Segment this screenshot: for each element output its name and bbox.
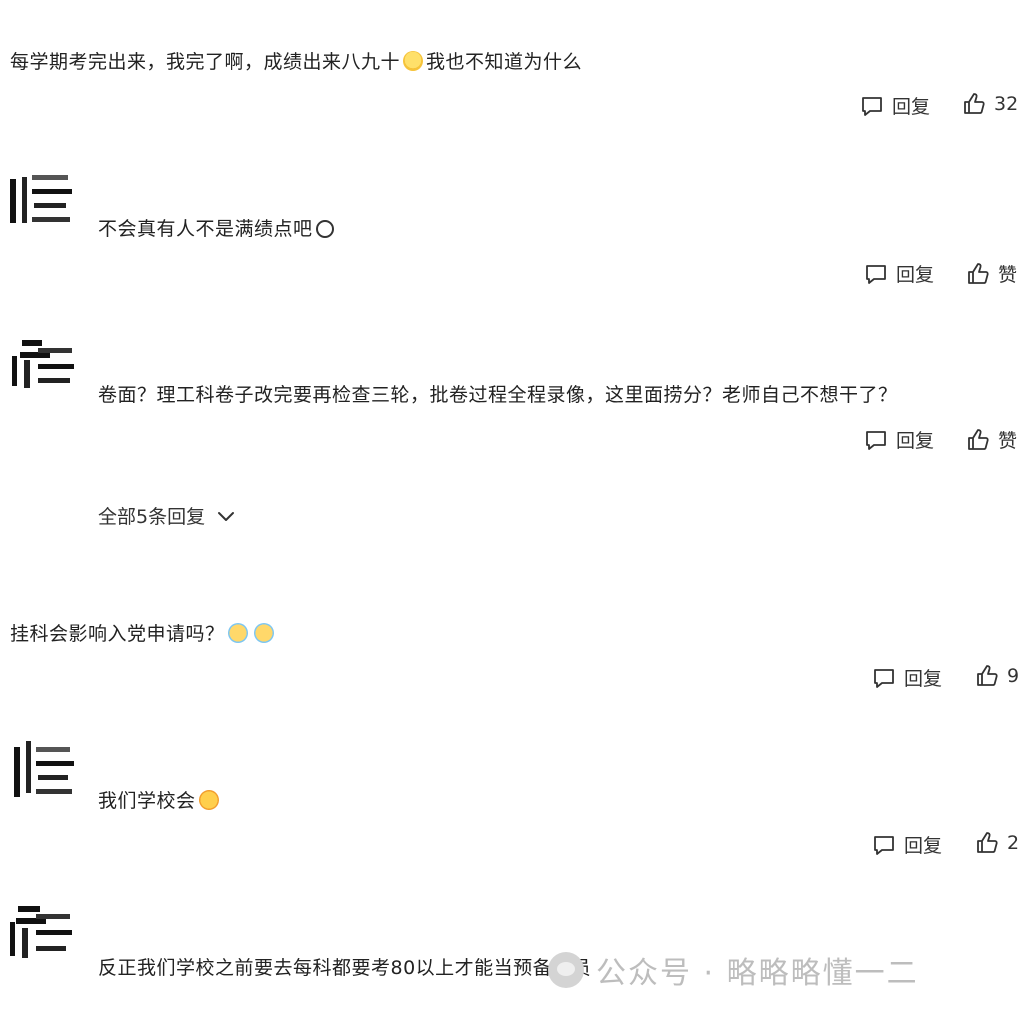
reply-button[interactable]: 回复: [872, 664, 942, 691]
thumbs-up-icon: [977, 832, 998, 853]
comment-bubble-icon: [874, 668, 894, 688]
crying-face-emoji-icon: [227, 623, 248, 643]
comment-text: 反正我们学校之前要去每科都要考80以上才能当预备党员: [98, 957, 592, 979]
avatar[interactable]: [8, 735, 76, 803]
like-button[interactable]: 2: [975, 831, 1019, 855]
comment-text: 不会真有人不是满绩点吧: [98, 214, 337, 241]
comment-text: 卷面？理工科卷子改完要再检查三轮，批卷过程全程录像，这里面捞分？老师自己不想干了…: [98, 384, 898, 406]
comment-bubble-icon: [874, 835, 894, 855]
like-button[interactable]: 9: [975, 664, 1019, 688]
like-button[interactable]: 赞: [966, 426, 1017, 453]
comment-bubble-icon: [866, 264, 886, 284]
expand-replies-button[interactable]: 全部5条回复: [98, 502, 237, 529]
smile-face-emoji-icon: [315, 220, 334, 238]
reply-button[interactable]: 回复: [872, 831, 942, 858]
comment-text: 每学期考完出来，我完了啊，成绩出来八九十 我也不知道为什么: [10, 51, 583, 73]
comment-text: 我们学校会: [98, 786, 222, 813]
crying-face-emoji-icon: [253, 623, 274, 643]
reply-button[interactable]: 回复: [864, 426, 934, 453]
chevron-down-icon: [218, 511, 235, 521]
rolling-laugh-emoji-icon: [195, 787, 222, 813]
thumbs-up-icon: [968, 262, 989, 284]
watermark: 公众号 · 略略略懂一二: [548, 948, 919, 992]
avatar[interactable]: [6, 165, 74, 233]
like-button[interactable]: 赞: [966, 260, 1017, 287]
comment-bubble-icon: [862, 96, 882, 116]
wechat-logo-icon: [548, 952, 584, 988]
comment-text: 挂科会影响入党申请吗？: [10, 619, 277, 646]
thumbs-up-icon: [968, 428, 989, 450]
thumbs-up-icon: [964, 93, 985, 114]
thumbs-up-icon: [977, 665, 998, 686]
sun-face-emoji-icon: [403, 51, 424, 71]
reply-button[interactable]: 回复: [860, 92, 930, 119]
avatar[interactable]: [6, 900, 74, 968]
comment-bubble-icon: [866, 430, 886, 450]
avatar[interactable]: [8, 332, 76, 400]
reply-button[interactable]: 回复: [864, 260, 934, 287]
like-button[interactable]: 32: [962, 92, 1018, 116]
